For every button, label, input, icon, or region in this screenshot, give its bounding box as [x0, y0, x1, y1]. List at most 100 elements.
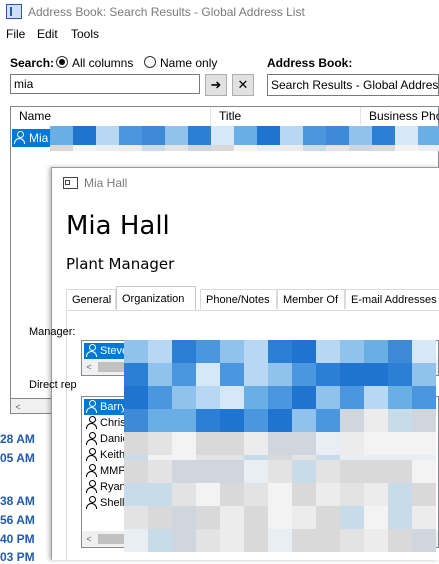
tab-phone-notes[interactable]: Phone/Notes: [200, 289, 277, 309]
mosaic-cell: [292, 432, 316, 455]
mosaic-cell: [326, 126, 349, 145]
list-item[interactable]: Keith: [84, 447, 129, 463]
mosaic-cell: [165, 126, 188, 145]
mosaic-cell: [148, 432, 172, 455]
mosaic-cell: [372, 145, 395, 151]
person-icon: [86, 416, 97, 429]
mosaic-cell: [73, 145, 96, 151]
mosaic-cell: [172, 386, 196, 409]
list-item[interactable]: Chris A: [84, 415, 129, 431]
mosaic-cell: [220, 483, 244, 506]
mosaic-cell: [388, 483, 412, 506]
mosaic-cell: [412, 386, 436, 409]
mosaic-cell: [148, 529, 172, 552]
mosaic-cell: [364, 506, 388, 529]
list-item[interactable]: Steve: [84, 343, 129, 359]
scroll-left-arrow[interactable]: <: [82, 359, 96, 375]
column-header-name[interactable]: Name: [11, 107, 211, 125]
mosaic-cell: [418, 145, 439, 151]
person-icon: [86, 480, 97, 493]
contact-card-title: Mia Hall: [84, 176, 128, 190]
list-item[interactable]: MMPT: [84, 463, 129, 479]
mosaic-cell: [340, 386, 364, 409]
window-title: Address Book: Search Results - Global Ad…: [28, 5, 305, 19]
mosaic-cell: [412, 506, 436, 529]
tab-organization[interactable]: Organization: [116, 286, 196, 310]
person-icon: [86, 448, 97, 461]
menu-file[interactable]: File: [6, 27, 25, 41]
tab-general[interactable]: General: [66, 289, 116, 309]
mosaic-cell: [220, 340, 244, 363]
go-button[interactable]: ➜: [205, 74, 227, 96]
radio-all-columns-label: All columns: [72, 56, 134, 70]
mosaic-cell: [148, 409, 172, 432]
mosaic-cell: [148, 506, 172, 529]
menu-edit[interactable]: Edit: [37, 27, 58, 41]
arrow-right-icon: ➜: [210, 77, 222, 92]
mosaic-cell: [388, 529, 412, 552]
clear-button[interactable]: ✕: [232, 74, 254, 96]
search-input[interactable]: mia: [10, 74, 200, 94]
scroll-left-arrow[interactable]: <: [11, 399, 25, 415]
person-icon: [86, 464, 97, 477]
mosaic-cell: [244, 340, 268, 363]
column-header-title[interactable]: Title: [211, 107, 361, 125]
mosaic-cell: [268, 340, 292, 363]
mosaic-cell: [172, 460, 196, 483]
list-item[interactable]: Ryan S: [84, 479, 129, 495]
mosaic-cell: [340, 363, 364, 386]
mosaic-cell: [268, 483, 292, 506]
address-book-select[interactable]: Search Results - Global Address List: [267, 74, 439, 96]
mosaic-cell: [412, 460, 436, 483]
mosaic-cell: [395, 126, 418, 145]
mosaic-cell: [364, 363, 388, 386]
list-item[interactable]: Shelly: [84, 495, 129, 511]
mosaic-cell: [388, 432, 412, 455]
mosaic-cell: [303, 126, 326, 145]
mosaic-cell: [292, 363, 316, 386]
scroll-left-arrow[interactable]: <: [82, 531, 96, 547]
mosaic-cell: [142, 126, 165, 145]
mosaic-cell: [196, 363, 220, 386]
person-icon: [86, 496, 97, 509]
mosaic-cell: [364, 386, 388, 409]
mosaic-cell: [172, 363, 196, 386]
mosaic-cell: [220, 409, 244, 432]
mosaic-cell: [412, 483, 436, 506]
mosaic-cell: [196, 340, 220, 363]
radio-all-columns[interactable]: [56, 56, 68, 68]
mosaic-cell: [96, 126, 119, 145]
mosaic-cell: [316, 409, 340, 432]
mosaic-cell: [244, 460, 268, 483]
mosaic-cell: [340, 432, 364, 455]
menu-tools[interactable]: Tools: [71, 27, 99, 41]
mosaic-cell: [418, 126, 439, 145]
list-item[interactable]: Barry: [84, 399, 129, 415]
mosaic-cell: [257, 145, 280, 151]
mosaic-cell: [340, 460, 364, 483]
list-item[interactable]: Danie: [84, 431, 129, 447]
mosaic-cell: [292, 409, 316, 432]
mosaic-cell: [316, 460, 340, 483]
tab-member-of[interactable]: Member Of: [277, 289, 345, 309]
mosaic-cell: [172, 506, 196, 529]
mosaic-cell: [364, 483, 388, 506]
mosaic-cell: [244, 409, 268, 432]
mosaic-cell: [142, 145, 165, 151]
calendar-time: 56 AM: [0, 513, 35, 527]
mosaic-cell: [220, 386, 244, 409]
calendar-time: 40 PM: [0, 532, 35, 546]
mosaic-cell: [148, 340, 172, 363]
mosaic-cell: [172, 432, 196, 455]
mosaic-cell: [316, 432, 340, 455]
contact-name: Mia Hall: [66, 211, 170, 241]
mosaic-cell: [220, 432, 244, 455]
column-header-phone[interactable]: Business Phone: [361, 107, 439, 125]
mosaic-cell: [340, 409, 364, 432]
mosaic-cell: [388, 340, 412, 363]
mosaic-cell: [316, 386, 340, 409]
radio-name-only[interactable]: [144, 56, 156, 68]
tab-email-addresses[interactable]: E-mail Addresses: [345, 289, 439, 309]
mosaic-cell: [196, 386, 220, 409]
contact-job-title: Plant Manager: [66, 255, 175, 273]
